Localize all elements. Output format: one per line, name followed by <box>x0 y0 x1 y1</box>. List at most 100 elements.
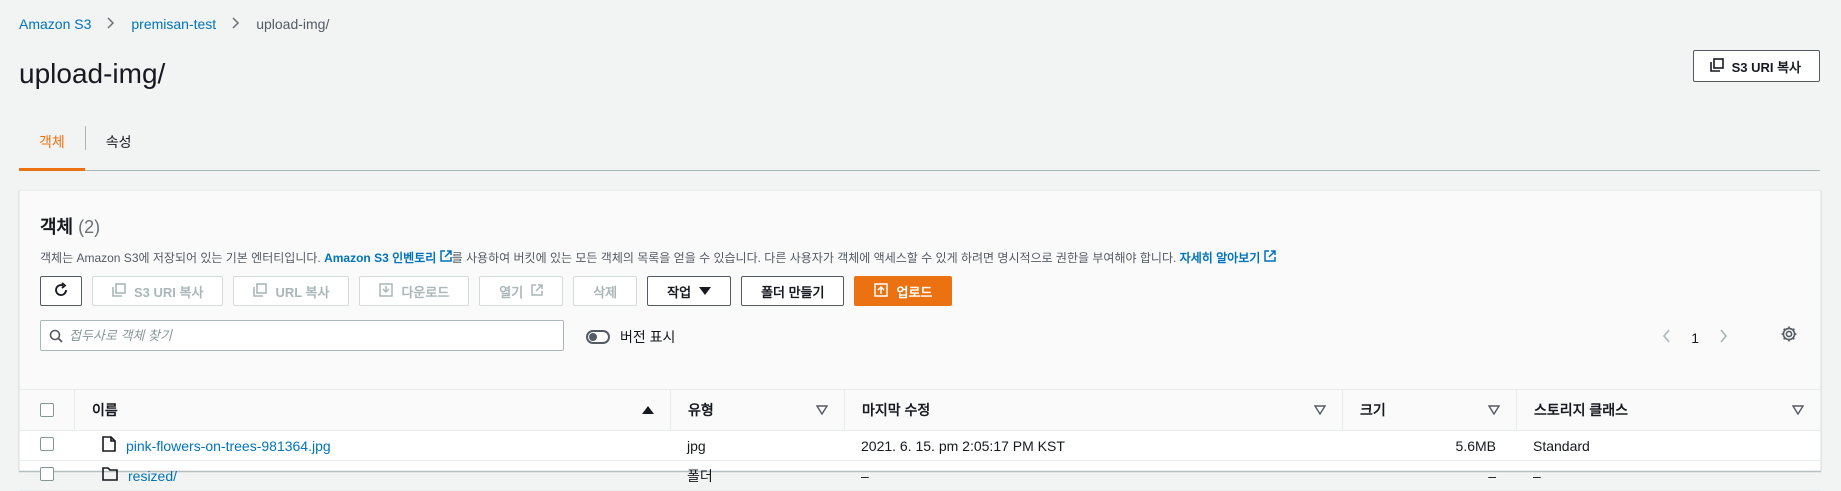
pagination: 1 <box>1662 327 1728 348</box>
delete-button[interactable]: 삭제 <box>573 276 638 306</box>
inventory-link[interactable]: Amazon S3 인벤토리 <box>324 250 452 265</box>
sort-icon <box>1487 402 1501 418</box>
s3-console-page: Amazon S3 premisan-test upload-img/ uplo… <box>0 0 1841 491</box>
table-row[interactable]: resized/ 폴더 – – – <box>20 460 1820 491</box>
refresh-button[interactable] <box>40 276 82 306</box>
folder-icon <box>102 467 118 484</box>
tab-objects[interactable]: 객체 <box>19 120 85 171</box>
object-storage-class: Standard <box>1516 430 1820 461</box>
panel-title-text: 객체 <box>40 217 74 237</box>
breadcrumb-bucket[interactable]: premisan-test <box>131 16 216 32</box>
delete-label: 삭제 <box>593 284 618 300</box>
actions-dropdown[interactable]: 작업 <box>647 276 732 306</box>
row-checkbox[interactable] <box>40 467 54 481</box>
upload-label: 업로드 <box>896 284 933 300</box>
copy-icon <box>253 282 268 300</box>
panel-title: 객체 (2) <box>40 213 1800 239</box>
desc-middle: 를 사용하여 버킷에 있는 모든 객체의 목록을 얻을 수 있습니다. 다른 사… <box>451 251 1180 265</box>
actions-label: 작업 <box>667 284 692 300</box>
caret-down-icon <box>699 287 712 295</box>
download-label: 다운로드 <box>401 284 450 300</box>
inventory-link-label: Amazon S3 인벤토리 <box>324 251 437 265</box>
tab-properties-label: 속성 <box>105 134 132 150</box>
column-last-modified-label: 마지막 수정 <box>862 402 931 418</box>
upload-icon <box>874 282 889 300</box>
breadcrumb-current: upload-img/ <box>256 16 330 32</box>
column-storage-class-label: 스토리지 클래스 <box>1534 402 1629 418</box>
object-count: (2) <box>78 217 101 237</box>
breadcrumb: Amazon S3 premisan-test upload-img/ <box>19 16 329 32</box>
column-size-label: 크기 <box>1360 402 1386 418</box>
object-name-link[interactable]: resized/ <box>128 468 177 484</box>
copy-s3-uri-label: S3 URI 복사 <box>1731 59 1801 75</box>
select-all-header <box>20 390 74 431</box>
sort-icon <box>1791 402 1805 418</box>
object-last-modified: 2021. 6. 15. pm 2:05:17 PM KST <box>844 430 1342 461</box>
sort-icon <box>815 402 829 418</box>
chevron-right-icon[interactable] <box>1719 327 1728 348</box>
open-button[interactable]: 열기 <box>479 276 564 306</box>
object-last-modified: – <box>844 460 1342 491</box>
column-name[interactable]: 이름 <box>74 390 670 431</box>
chevron-right-icon <box>107 16 115 32</box>
current-page[interactable]: 1 <box>1691 330 1699 346</box>
objects-table: 이름 유형 마지막 수정 크기 스토리지 클래스 pink-flowers-on… <box>20 390 1820 491</box>
object-name-link[interactable]: pink-flowers-on-trees-981364.jpg <box>126 438 331 454</box>
row-checkbox[interactable] <box>40 437 54 451</box>
copy-url-button[interactable]: URL 복사 <box>233 276 350 306</box>
upload-button[interactable]: 업로드 <box>854 276 953 306</box>
download-button[interactable]: 다운로드 <box>359 276 470 306</box>
chevron-right-icon <box>232 16 240 32</box>
search-input[interactable] <box>63 327 563 344</box>
desc-prefix: 객체는 Amazon S3에 저장되어 있는 기본 엔터티입니다. <box>40 251 325 265</box>
page-title: upload-img/ <box>19 58 166 89</box>
objects-panel-header: 객체 (2) 객체는 Amazon S3에 저장되어 있는 기본 엔터티입니다.… <box>20 191 1820 390</box>
panel-description: 객체는 Amazon S3에 저장되어 있는 기본 엔터티입니다. Amazon… <box>40 249 1800 266</box>
show-versions-toggle[interactable] <box>586 330 610 344</box>
refresh-icon <box>53 281 69 301</box>
file-icon <box>102 436 116 455</box>
copy-icon <box>1709 57 1724 75</box>
object-type: jpg <box>670 430 844 461</box>
sort-icon <box>1313 402 1327 418</box>
learn-more-link[interactable]: 자세히 알아보기 <box>1179 250 1276 265</box>
copy-s3-uri-toolbar-label: S3 URI 복사 <box>134 284 204 300</box>
copy-icon <box>112 282 126 300</box>
sort-ascending-icon <box>642 406 654 414</box>
column-size[interactable]: 크기 <box>1342 390 1516 431</box>
external-link-icon <box>1263 250 1276 265</box>
column-type-label: 유형 <box>688 402 714 418</box>
objects-toolbar: S3 URI 복사 URL 복사 다운로드 열기 삭제 작업 폴더 만들기 업로… <box>40 276 953 306</box>
objects-panel: 객체 (2) 객체는 Amazon S3에 저장되어 있는 기본 엔터티입니다.… <box>19 190 1821 491</box>
download-icon <box>379 282 394 300</box>
tab-bar: 객체 속성 <box>19 120 1820 171</box>
learn-more-label: 자세히 알아보기 <box>1179 251 1261 265</box>
tab-properties[interactable]: 속성 <box>86 120 152 170</box>
object-size: – <box>1342 460 1516 491</box>
chevron-left-icon[interactable] <box>1662 327 1671 348</box>
table-header-row: 이름 유형 마지막 수정 크기 스토리지 클래스 <box>20 390 1820 431</box>
create-folder-button[interactable]: 폴더 만들기 <box>741 276 845 306</box>
breadcrumb-amazon-s3[interactable]: Amazon S3 <box>19 16 91 32</box>
column-last-modified[interactable]: 마지막 수정 <box>844 390 1342 431</box>
external-link-icon <box>531 283 543 299</box>
object-type: 폴더 <box>670 460 844 491</box>
gear-icon[interactable] <box>1780 325 1798 346</box>
copy-s3-uri-button[interactable]: S3 URI 복사 <box>1692 50 1820 82</box>
copy-url-label: URL 복사 <box>275 284 330 300</box>
object-size: 5.6MB <box>1342 430 1516 461</box>
show-versions-label: 버전 표시 <box>620 329 676 345</box>
open-label: 열기 <box>499 284 524 300</box>
create-folder-label: 폴더 만들기 <box>761 284 825 300</box>
table-row[interactable]: pink-flowers-on-trees-981364.jpg jpg 202… <box>20 430 1820 461</box>
tab-objects-label: 객체 <box>39 134 65 150</box>
column-type[interactable]: 유형 <box>670 390 844 431</box>
column-storage-class[interactable]: 스토리지 클래스 <box>1516 390 1820 431</box>
show-versions-toggle-wrap: 버전 표시 <box>586 327 675 347</box>
copy-s3-uri-toolbar-button[interactable]: S3 URI 복사 <box>92 276 224 306</box>
search-icon <box>49 329 63 343</box>
search-box <box>40 320 564 351</box>
select-all-checkbox[interactable] <box>40 403 54 417</box>
external-link-icon <box>439 250 452 265</box>
object-storage-class: – <box>1516 460 1820 491</box>
